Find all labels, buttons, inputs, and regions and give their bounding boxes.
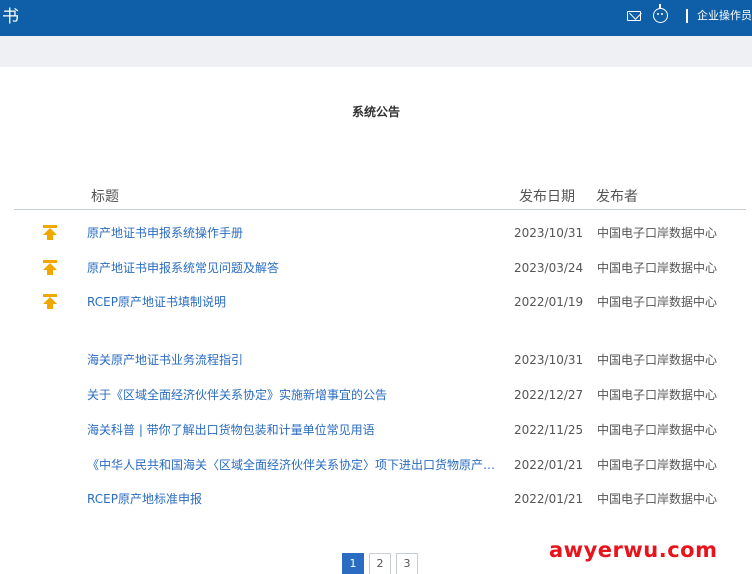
header-divider xyxy=(686,9,688,23)
notice-date: 2022/01/21 xyxy=(514,458,584,472)
notice-link[interactable]: 《中华人民共和国海关〈区域全面经济伙伴关系协定〉项下进出口货物原产地管理办法》 xyxy=(87,456,507,474)
sub-header-bar xyxy=(0,36,752,67)
pin-top-icon xyxy=(42,260,58,276)
pin-top-icon xyxy=(42,294,58,310)
notice-link[interactable]: 海关原产地证书业务流程指引 xyxy=(87,351,507,369)
page-button-3[interactable]: 3 xyxy=(396,553,418,574)
notice-publisher: 中国电子口岸数据中心 xyxy=(597,295,718,309)
notice-link[interactable]: RCEP原产地证书填制说明 xyxy=(87,293,507,311)
notice-link[interactable]: 关于《区域全面经济伙伴关系协定》实施新增事宜的公告 xyxy=(87,386,507,404)
watermark: awyerwu.com xyxy=(549,538,718,562)
table-row[interactable]: 原产地证书申报系统操作手册 2023/10/31 中国电子口岸数据中心 xyxy=(14,222,746,244)
notice-date: 2022/01/21 xyxy=(514,492,584,506)
notice-link[interactable]: 原产地证书申报系统常见问题及解答 xyxy=(87,259,507,277)
notice-date: 2022/12/27 xyxy=(514,388,584,402)
table-row[interactable]: 原产地证书申报系统常见问题及解答 2023/03/24 中国电子口岸数据中心 xyxy=(14,257,746,279)
notice-publisher: 中国电子口岸数据中心 xyxy=(597,458,718,472)
table-row[interactable]: 《中华人民共和国海关〈区域全面经济伙伴关系协定〉项下进出口货物原产地管理办法》 … xyxy=(14,454,746,476)
column-header-title: 标题 xyxy=(91,189,119,205)
notice-link[interactable]: RCEP原产地标准申报 xyxy=(87,490,507,508)
table-header: 标题 发布日期 发布者 xyxy=(14,185,746,210)
page-title: 系统公告 xyxy=(351,105,400,119)
notice-date: 2023/03/24 xyxy=(514,261,584,275)
mail-icon[interactable] xyxy=(627,11,641,21)
table-row[interactable]: 关于《区域全面经济伙伴关系协定》实施新增事宜的公告 2022/12/27 中国电… xyxy=(14,384,746,406)
pin-top-icon xyxy=(42,225,58,241)
notice-publisher: 中国电子口岸数据中心 xyxy=(597,492,718,506)
table-row[interactable]: RCEP原产地证书填制说明 2022/01/19 中国电子口岸数据中心 xyxy=(14,291,746,313)
notice-link[interactable]: 原产地证书申报系统操作手册 xyxy=(87,224,507,242)
user-role-label[interactable]: 企业操作员 xyxy=(697,9,752,23)
notice-date: 2023/10/31 xyxy=(514,353,584,367)
table-row[interactable]: 海关原产地证书业务流程指引 2023/10/31 中国电子口岸数据中心 xyxy=(14,349,746,371)
page-button-2[interactable]: 2 xyxy=(369,553,391,574)
table-row[interactable]: 海关科普 | 带你了解出口货物包装和计量单位常见用语 2022/11/25 中国… xyxy=(14,419,746,441)
assistant-robot-icon[interactable] xyxy=(653,4,668,23)
notice-publisher: 中国电子口岸数据中心 xyxy=(597,423,718,437)
notice-date: 2022/11/25 xyxy=(514,423,584,437)
column-header-date: 发布日期 xyxy=(519,189,575,205)
top-bar: 书 企业操作员 xyxy=(0,0,752,36)
notice-publisher: 中国电子口岸数据中心 xyxy=(597,388,718,402)
notice-publisher: 中国电子口岸数据中心 xyxy=(597,353,718,367)
notice-date: 2023/10/31 xyxy=(514,226,584,240)
notice-publisher: 中国电子口岸数据中心 xyxy=(597,261,718,275)
table-row[interactable]: RCEP原产地标准申报 2022/01/21 中国电子口岸数据中心 xyxy=(14,488,746,510)
notice-link[interactable]: 海关科普 | 带你了解出口货物包装和计量单位常见用语 xyxy=(87,421,507,439)
page-button-1[interactable]: 1 xyxy=(342,553,364,574)
notice-publisher: 中国电子口岸数据中心 xyxy=(597,226,718,240)
notice-date: 2022/01/19 xyxy=(514,295,584,309)
column-header-publisher: 发布者 xyxy=(596,189,638,205)
app-title: 书 xyxy=(2,7,19,27)
